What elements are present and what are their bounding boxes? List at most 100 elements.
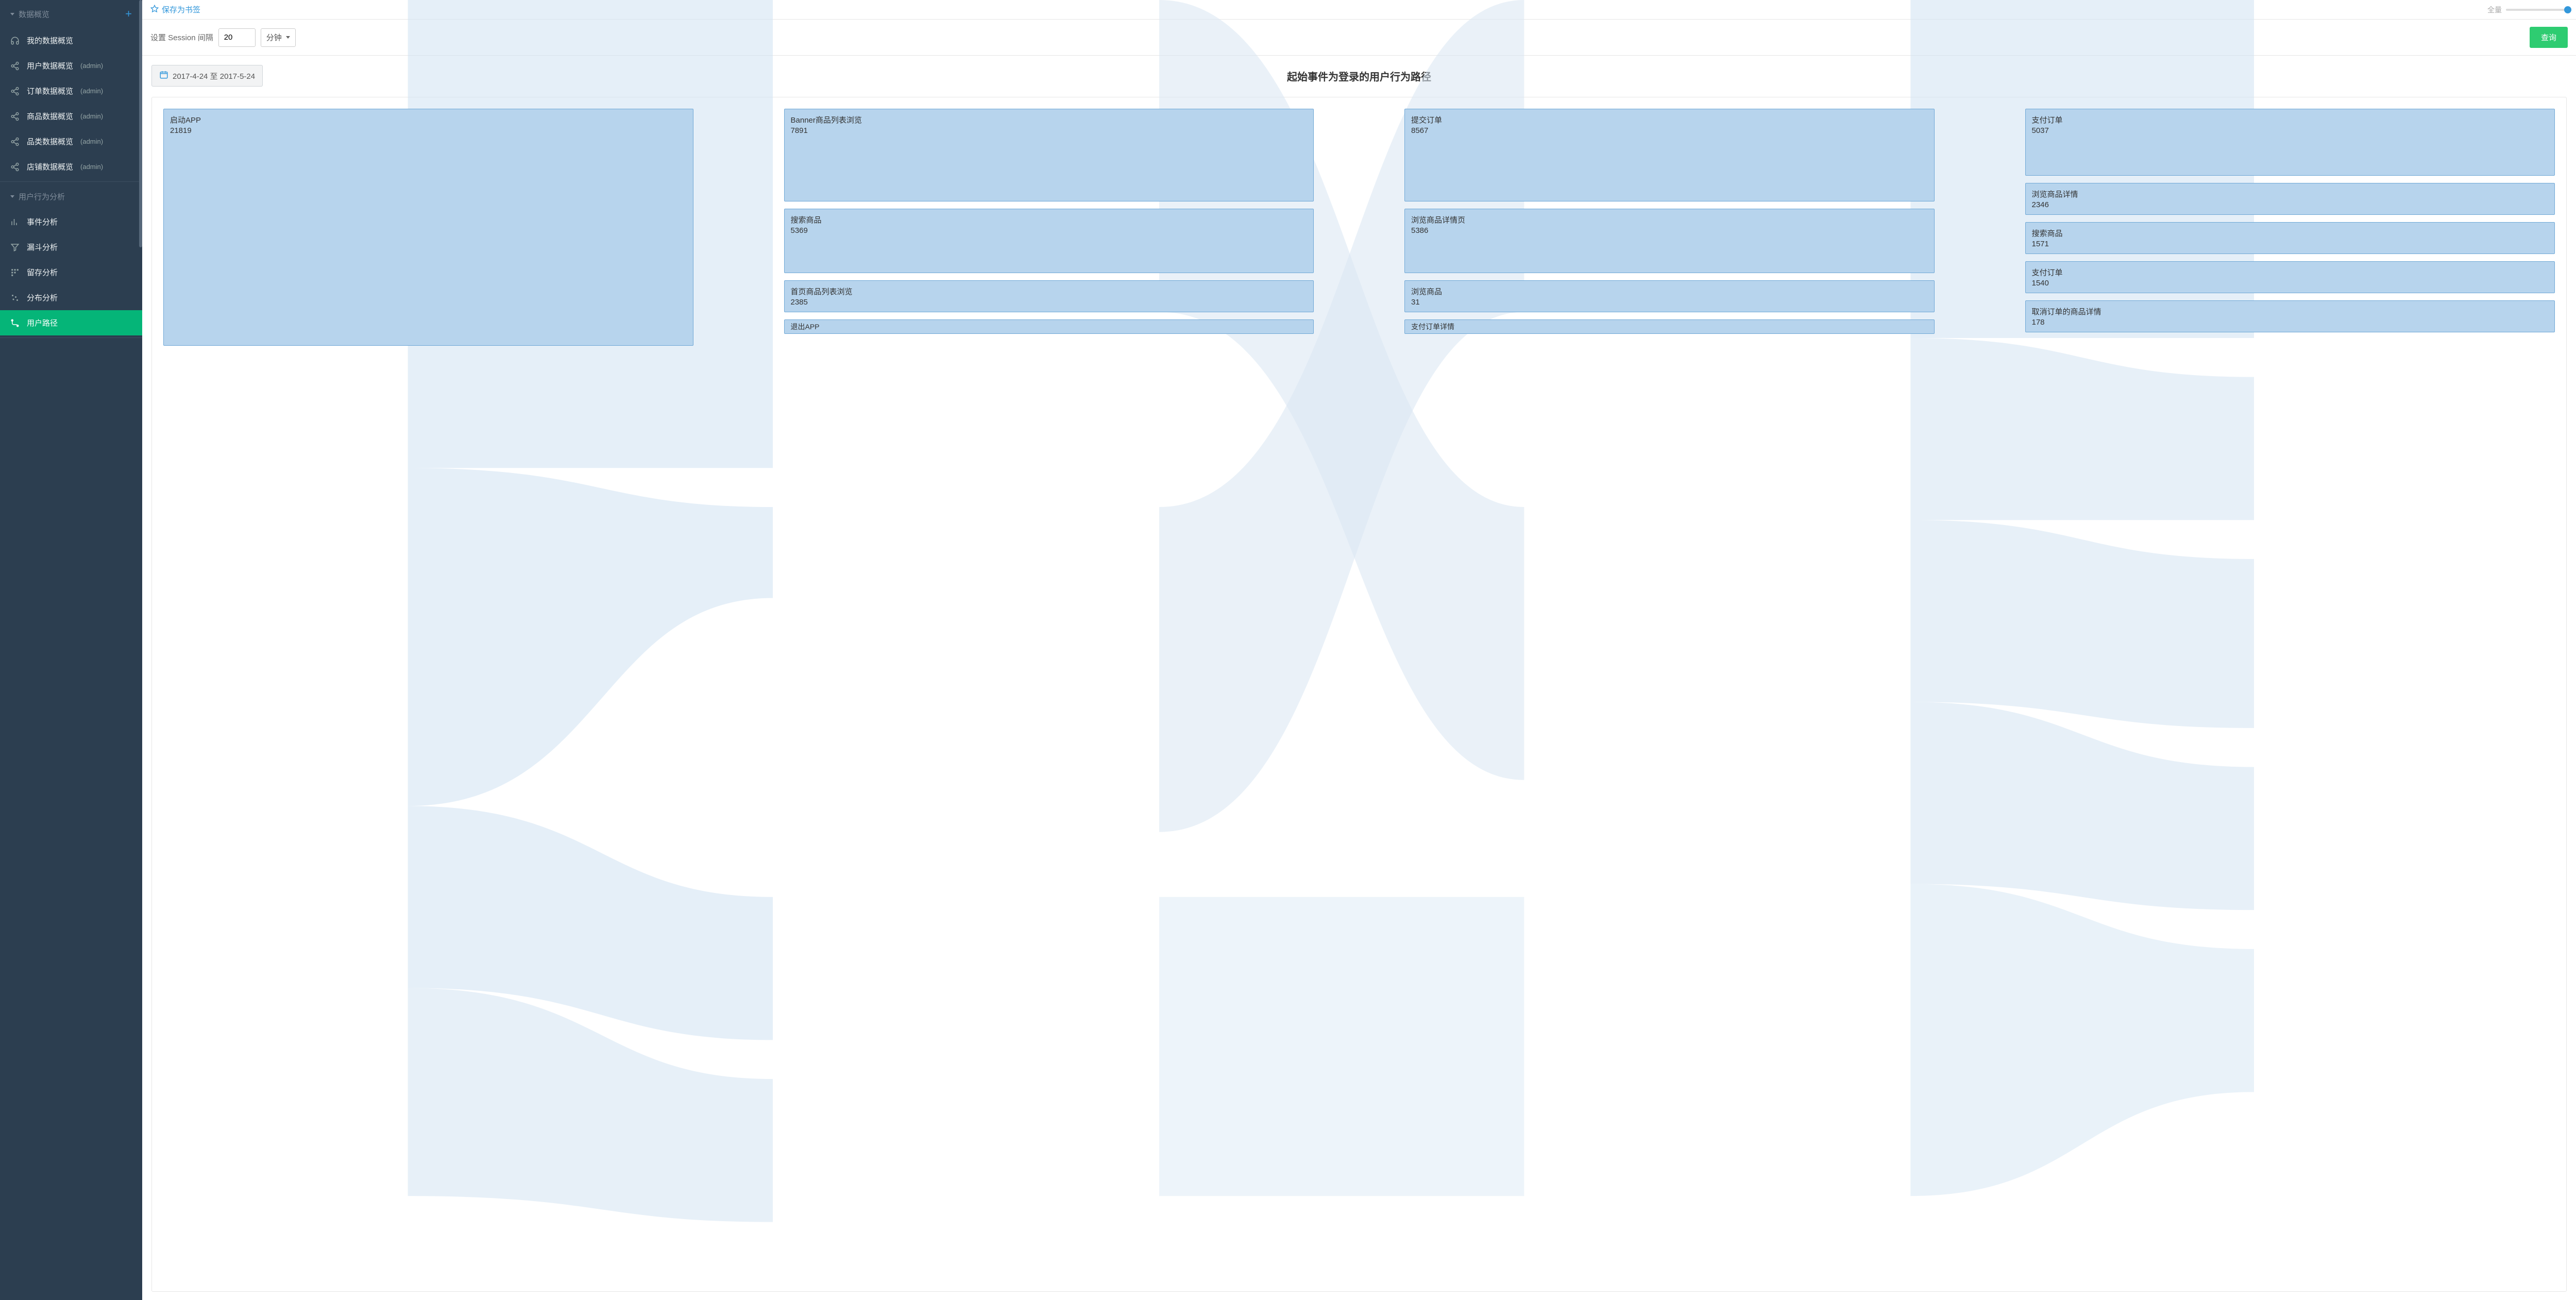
- sankey-node-label: 启动APP: [170, 114, 687, 125]
- sankey-node-value: 5369: [791, 226, 1308, 235]
- sankey-column: 支付订单5037浏览商品详情2346搜索商品1571支付订单1540取消订单的商…: [2025, 109, 2555, 1280]
- sankey-node-label: 提交订单: [1411, 114, 1928, 125]
- section-title: 数据概览: [19, 9, 49, 20]
- share-icon: [10, 137, 20, 146]
- chevron-down-icon: [10, 195, 14, 198]
- sankey-node-label: 取消订单的商品详情: [2032, 306, 2549, 317]
- sidebar-item-label: 商品数据概览: [27, 111, 73, 122]
- sankey-node[interactable]: Banner商品列表浏览7891: [784, 109, 1314, 201]
- slider-thumb[interactable]: [2564, 6, 2571, 13]
- sankey-node-label: 浏览商品详情页: [1411, 214, 1928, 225]
- query-button[interactable]: 查询: [2530, 27, 2568, 48]
- sankey-node-value: 1540: [2032, 279, 2549, 288]
- add-dashboard-button[interactable]: +: [125, 7, 132, 21]
- sankey-link-gap: [1323, 109, 1395, 1280]
- sankey-node[interactable]: 浏览商品详情页5386: [1404, 209, 1935, 273]
- sidebar-item-shop-data[interactable]: 店铺数据概览 (admin): [0, 154, 142, 179]
- date-range-picker[interactable]: 2017-4-24 至 2017-5-24: [151, 65, 263, 87]
- sidebar-scrollbar[interactable]: [139, 0, 142, 247]
- sidebar-item-user-data[interactable]: 用户数据概览 (admin): [0, 53, 142, 78]
- sankey-node-value: 8567: [1411, 126, 1928, 135]
- sample-slider[interactable]: [2506, 9, 2568, 11]
- funnel-icon: [10, 243, 20, 252]
- sankey-column: 提交订单8567 浏览商品详情页5386 浏览商品31 支付订单详情: [1404, 109, 1935, 1280]
- sidebar-item-category-data[interactable]: 品类数据概览 (admin): [0, 129, 142, 154]
- sankey-chart: 启动APP21819 Banner商品列表浏览7891 搜索商品5369 首页商品列表…: [151, 97, 2567, 1292]
- sidebar-item-label: 漏斗分析: [27, 242, 58, 252]
- sidebar-item-label: 品类数据概览: [27, 136, 73, 147]
- bar-chart-icon: [10, 217, 20, 227]
- share-icon: [10, 112, 20, 121]
- sidebar: 数据概览 + 我的数据概览 用户数据概览 (admin) 订单数据概览 (adm…: [0, 0, 142, 1300]
- sidebar-item-suffix: (admin): [80, 163, 103, 171]
- chevron-down-icon: [286, 36, 290, 39]
- sidebar-item-suffix: (admin): [80, 138, 103, 145]
- sidebar-item-label: 用户数据概览: [27, 60, 73, 71]
- sankey-node-value: 21819: [170, 126, 687, 135]
- sidebar-item-label: 事件分析: [27, 216, 58, 227]
- share-icon: [10, 61, 20, 71]
- sidebar-item-label: 我的数据概览: [27, 35, 73, 46]
- sankey-node[interactable]: 搜索商品1571: [2025, 222, 2555, 254]
- sankey-node-value: 2385: [791, 298, 1308, 307]
- sidebar-item-event-analysis[interactable]: 事件分析: [0, 209, 142, 234]
- sankey-node-label: 支付订单: [2032, 267, 2549, 278]
- sidebar-item-label: 订单数据概览: [27, 86, 73, 96]
- sankey-node[interactable]: 退出APP: [784, 319, 1314, 334]
- sidebar-item-suffix: (admin): [80, 87, 103, 95]
- sankey-node[interactable]: 支付订单详情: [1404, 319, 1935, 334]
- sankey-node-label: 搜索商品: [791, 214, 1308, 225]
- sankey-node-value: 31: [1411, 298, 1928, 307]
- sankey-node-value: 5386: [1411, 226, 1928, 235]
- scatter-icon: [10, 293, 20, 302]
- sankey-node[interactable]: 提交订单8567: [1404, 109, 1935, 201]
- full-load-label: 全量: [2487, 5, 2502, 15]
- sankey-node-value: 7891: [791, 126, 1308, 135]
- sidebar-section-behavior[interactable]: 用户行为分析: [0, 184, 142, 209]
- sidebar-item-label: 分布分析: [27, 292, 58, 303]
- session-interval-label: 设置 Session 间隔: [150, 32, 213, 43]
- session-interval-input[interactable]: [218, 28, 256, 47]
- path-icon: [10, 318, 20, 328]
- date-range-text: 2017-4-24 至 2017-5-24: [173, 71, 255, 81]
- sidebar-item-suffix: (admin): [80, 62, 103, 70]
- sankey-column: 启动APP21819: [163, 109, 693, 1280]
- sankey-node-label: Banner商品列表浏览: [791, 114, 1308, 125]
- sidebar-item-order-data[interactable]: 订单数据概览 (admin): [0, 78, 142, 104]
- sankey-column: Banner商品列表浏览7891 搜索商品5369 首页商品列表浏览2385 退出AP…: [784, 109, 1314, 1280]
- sidebar-item-suffix: (admin): [80, 112, 103, 120]
- save-bookmark-link[interactable]: 保存为书签: [150, 4, 200, 15]
- sankey-node[interactable]: 取消订单的商品详情178: [2025, 300, 2555, 332]
- sankey-link-gap: [703, 109, 775, 1280]
- sankey-node[interactable]: 搜索商品5369: [784, 209, 1314, 273]
- sankey-link-gap: [1944, 109, 2016, 1280]
- sankey-node-label: 浏览商品详情: [2032, 189, 2549, 199]
- sidebar-item-my-data[interactable]: 我的数据概览: [0, 28, 142, 53]
- sankey-node[interactable]: 浏览商品详情2346: [2025, 183, 2555, 215]
- sidebar-item-label: 留存分析: [27, 267, 58, 278]
- chart-title: 起始事件为登录的用户行为路径: [1287, 69, 1431, 83]
- sidebar-item-label: 店铺数据概览: [27, 161, 73, 172]
- star-icon: [150, 5, 159, 15]
- sankey-node-value: 5037: [2032, 126, 2549, 135]
- sankey-node-value: 1571: [2032, 240, 2549, 248]
- sankey-node[interactable]: 支付订单1540: [2025, 261, 2555, 293]
- section-title: 用户行为分析: [19, 191, 65, 202]
- config-bar: 设置 Session 间隔 分钟 查询: [142, 20, 2576, 56]
- sankey-node[interactable]: 浏览商品31: [1404, 280, 1935, 312]
- sankey-node-label: 支付订单: [2032, 114, 2549, 125]
- sidebar-item-user-path[interactable]: 用户路径: [0, 310, 142, 335]
- sankey-node[interactable]: 启动APP21819: [163, 109, 693, 346]
- grid-icon: [10, 268, 20, 277]
- sankey-node[interactable]: 支付订单5037: [2025, 109, 2555, 176]
- calendar-icon: [159, 70, 168, 81]
- sankey-node[interactable]: 首页商品列表浏览2385: [784, 280, 1314, 312]
- chevron-down-icon: [10, 13, 14, 15]
- sidebar-item-distribution-analysis[interactable]: 分布分析: [0, 285, 142, 310]
- sidebar-item-funnel-analysis[interactable]: 漏斗分析: [0, 234, 142, 260]
- bookmark-label: 保存为书签: [162, 4, 200, 15]
- sidebar-item-product-data[interactable]: 商品数据概览 (admin): [0, 104, 142, 129]
- sidebar-item-retention-analysis[interactable]: 留存分析: [0, 260, 142, 285]
- sidebar-section-data-overview[interactable]: 数据概览 +: [0, 0, 142, 28]
- session-unit-select[interactable]: 分钟: [261, 28, 296, 47]
